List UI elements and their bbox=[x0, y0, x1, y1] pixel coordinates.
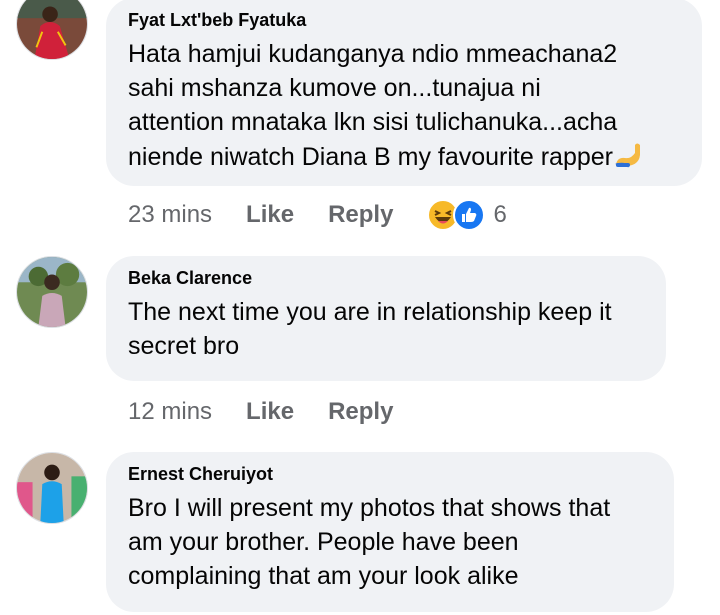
like-button[interactable]: Like bbox=[246, 201, 294, 229]
comment-author[interactable]: Ernest Cheruiyot bbox=[128, 463, 650, 485]
comment-bubble: Beka Clarence The next time you are in r… bbox=[106, 256, 666, 381]
comment-text-body: Hata hamjui kudanganya ndio mmeachana2 s… bbox=[128, 40, 618, 171]
flexed-biceps-icon bbox=[615, 143, 640, 168]
comment-bubble: Ernest Cheruiyot Bro I will present my p… bbox=[106, 452, 674, 612]
comment-author[interactable]: Beka Clarence bbox=[128, 267, 642, 289]
reaction-count: 6 bbox=[493, 201, 507, 228]
like-button[interactable]: Like bbox=[246, 398, 294, 426]
comment-time[interactable]: 12 mins bbox=[128, 398, 212, 426]
avatar[interactable] bbox=[16, 452, 88, 524]
profile-photo bbox=[17, 257, 87, 327]
avatar[interactable] bbox=[16, 256, 88, 328]
like-reaction-icon bbox=[453, 199, 486, 231]
reply-button[interactable]: Reply bbox=[328, 398, 393, 426]
comment-actions: 23 mins Like Reply 6 bbox=[128, 198, 507, 232]
comment-time[interactable]: 23 mins bbox=[128, 201, 212, 229]
comment-text: The next time you are in relationship ke… bbox=[128, 298, 612, 360]
reply-button[interactable]: Reply bbox=[328, 201, 393, 229]
profile-photo bbox=[17, 0, 87, 59]
comment-actions: 12 mins Like Reply bbox=[128, 395, 427, 429]
comment-text: Bro I will present my photos that shows … bbox=[128, 494, 611, 590]
comment-author[interactable]: Fyat Lxt'beb Fyatuka bbox=[128, 9, 678, 31]
profile-photo bbox=[17, 453, 87, 523]
avatar[interactable] bbox=[16, 0, 88, 60]
comment-text: Hata hamjui kudanganya ndio mmeachana2 s… bbox=[128, 37, 678, 174]
reaction-summary[interactable]: 6 bbox=[427, 199, 507, 231]
comment-bubble: Fyat Lxt'beb Fyatuka Hata hamjui kudanga… bbox=[106, 0, 702, 186]
